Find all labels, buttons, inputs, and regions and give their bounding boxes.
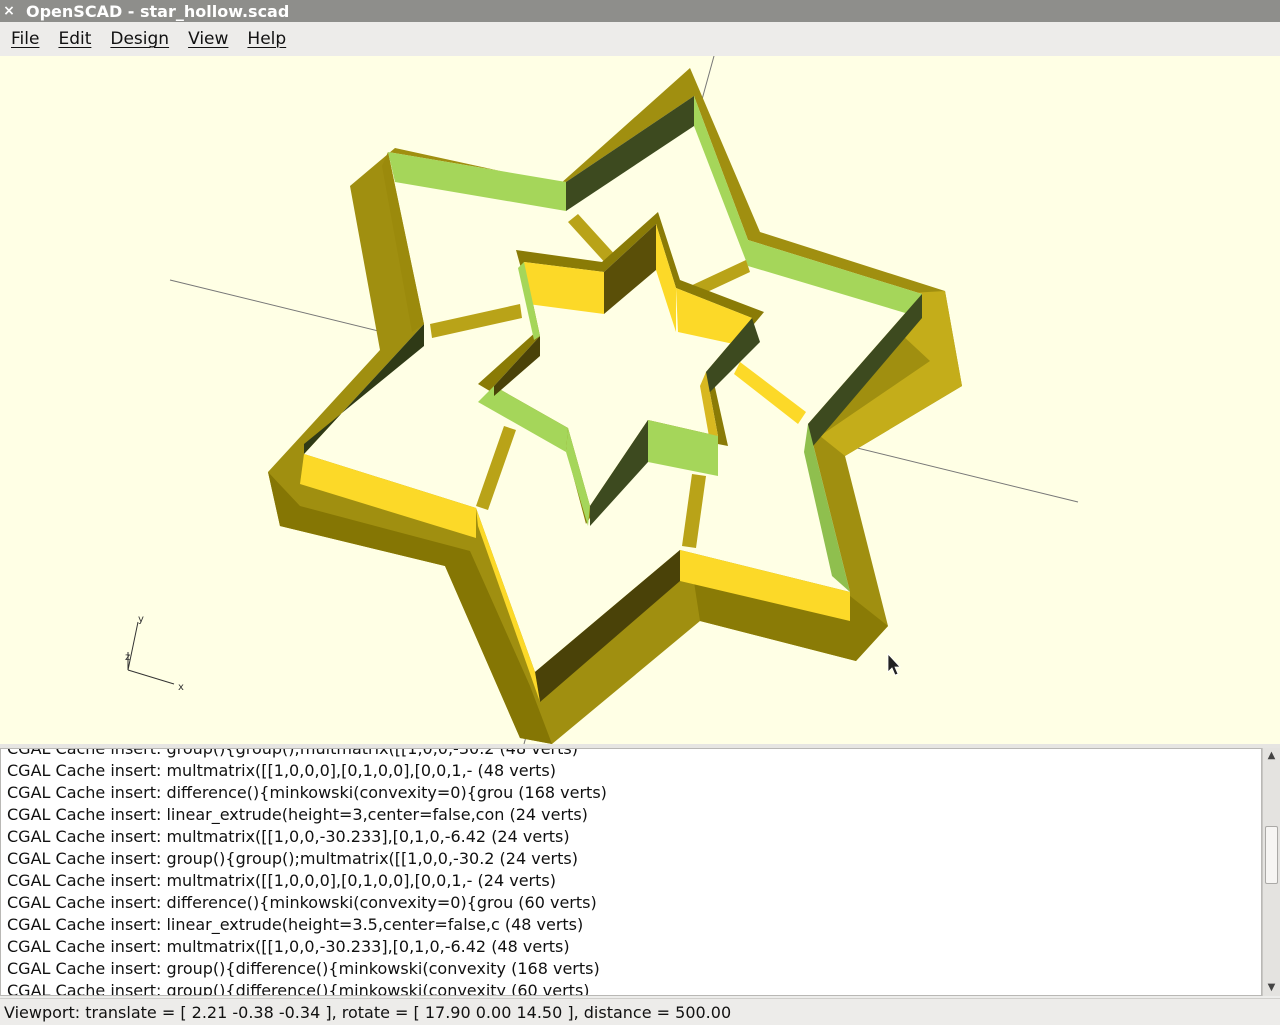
- scrollbar-thumb[interactable]: [1265, 826, 1278, 884]
- scroll-up-icon[interactable]: ▲: [1263, 748, 1280, 764]
- title-bar: × OpenSCAD - star_hollow.scad: [0, 0, 1280, 22]
- status-bar: Viewport: translate = [ 2.21 -0.38 -0.34…: [0, 998, 1280, 1025]
- axis-x-label: x: [178, 682, 184, 693]
- viewport-status-text: Viewport: translate = [ 2.21 -0.38 -0.34…: [4, 1002, 732, 1022]
- window-title: OpenSCAD - star_hollow.scad: [26, 1, 290, 21]
- console-line: CGAL Cache insert: multmatrix([[1,0,0,-3…: [7, 937, 570, 956]
- console-line: CGAL Cache insert: group(){difference(){…: [7, 981, 590, 996]
- 3d-render-canvas[interactable]: y z x: [0, 56, 1280, 744]
- menu-design[interactable]: Design: [102, 29, 177, 49]
- console-line: CGAL Cache insert: linear_extrude(height…: [7, 915, 584, 934]
- console-line: CGAL Cache insert: multmatrix([[1,0,0,-3…: [7, 827, 570, 846]
- axis-z-label: z: [125, 652, 130, 663]
- console-line: CGAL Cache insert: group(){difference(){…: [7, 959, 600, 978]
- console-line: CGAL Cache insert: group(){group();multm…: [7, 748, 578, 758]
- 3d-viewport[interactable]: y z x: [0, 56, 1280, 744]
- console-panel: CGAL Cache insert: group(){group();multm…: [0, 748, 1262, 996]
- axis-indicator: y z x: [125, 614, 184, 693]
- console-line: CGAL Cache insert: multmatrix([[1,0,0,0]…: [7, 761, 556, 780]
- menu-help[interactable]: Help: [239, 29, 294, 49]
- menu-edit[interactable]: Edit: [50, 29, 99, 49]
- menu-bar: File Edit Design View Help: [0, 22, 1280, 57]
- console-line: CGAL Cache insert: group(){group();multm…: [7, 849, 578, 868]
- axis-y-label: y: [138, 614, 144, 625]
- console-line: CGAL Cache insert: linear_extrude(height…: [7, 805, 588, 824]
- console-line: CGAL Cache insert: difference(){minkowsk…: [7, 783, 607, 802]
- console-scrollbar[interactable]: ▲ ▼: [1262, 748, 1280, 996]
- console-line: CGAL Cache insert: difference(){minkowsk…: [7, 893, 597, 912]
- console-line: CGAL Cache insert: multmatrix([[1,0,0,0]…: [7, 871, 556, 890]
- mouse-cursor-icon: [887, 652, 901, 676]
- close-icon[interactable]: ×: [0, 3, 18, 19]
- menu-file[interactable]: File: [3, 29, 47, 49]
- menu-view[interactable]: View: [180, 29, 236, 49]
- scroll-down-icon[interactable]: ▼: [1263, 980, 1280, 996]
